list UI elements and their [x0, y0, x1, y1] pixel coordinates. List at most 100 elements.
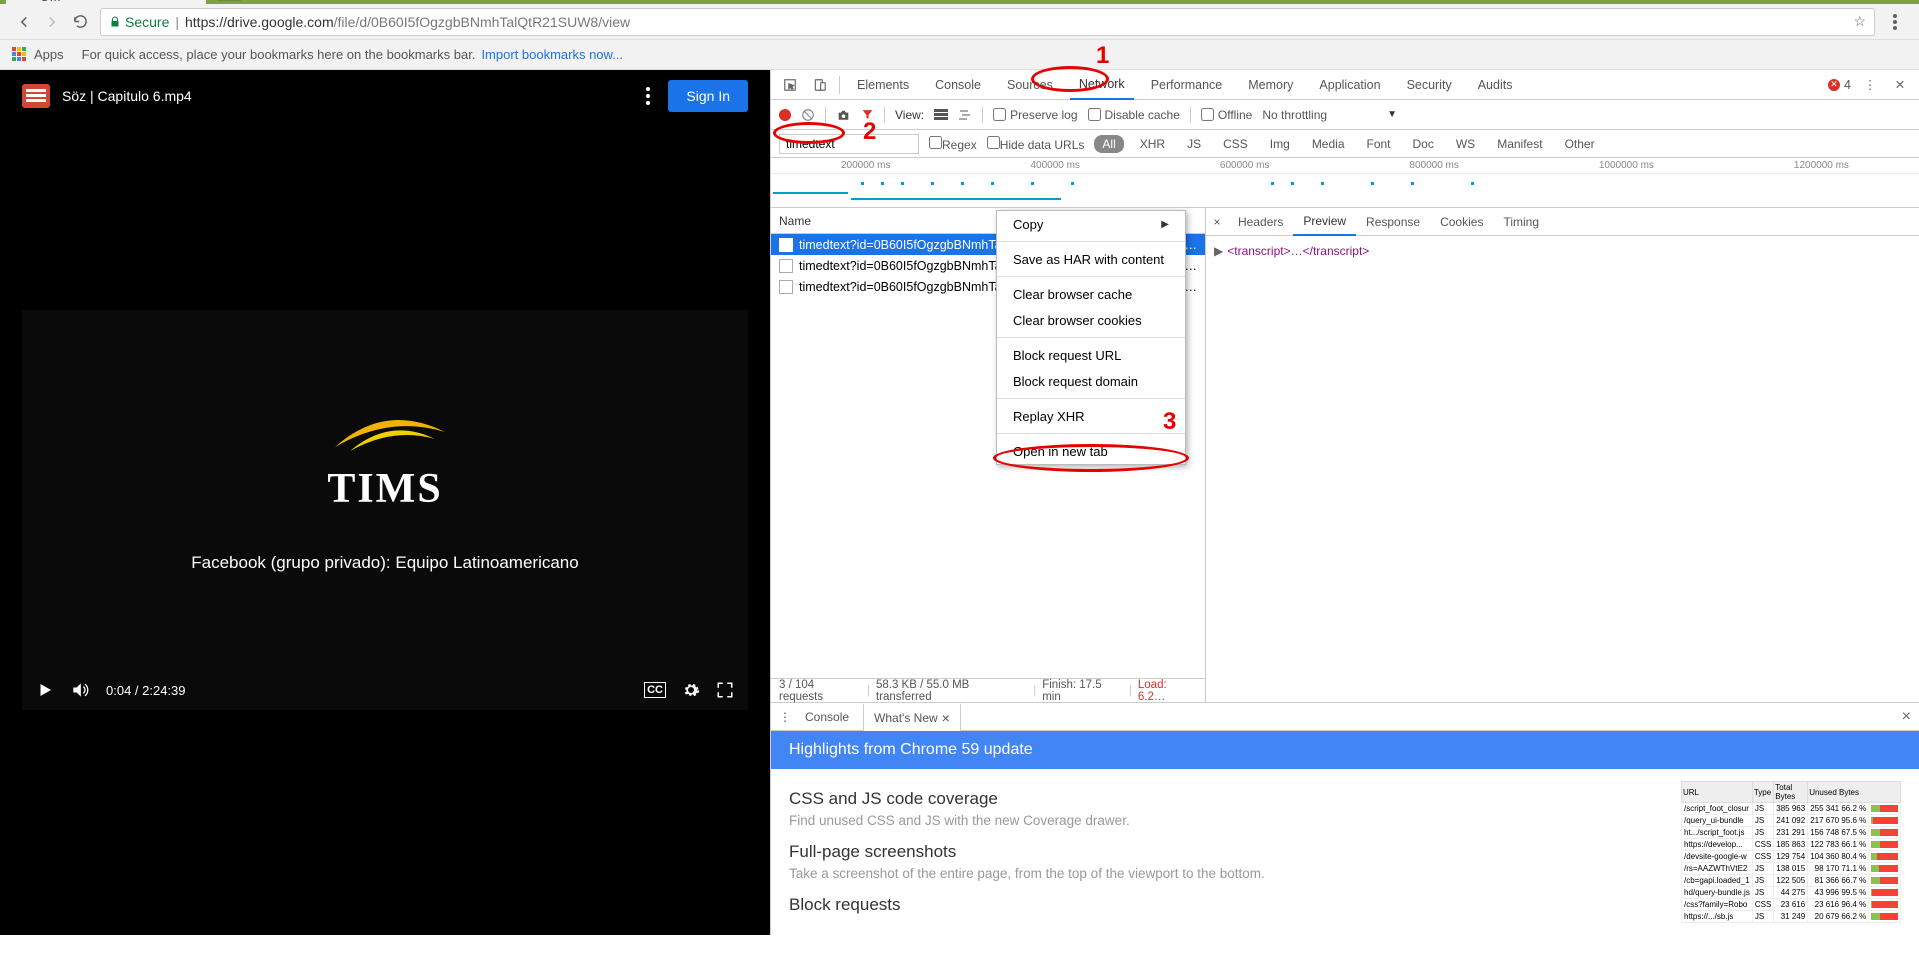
capture-screenshots-icon[interactable] [836, 109, 851, 121]
ctx-block-url[interactable]: Block request URL [997, 342, 1185, 368]
disable-cache-checkbox[interactable]: Disable cache [1088, 108, 1180, 122]
tab-sources[interactable]: Sources [998, 70, 1062, 100]
bookmarks-hint: For quick access, place your bookmarks h… [82, 47, 476, 62]
filter-input[interactable] [779, 134, 919, 154]
devtools-close-icon[interactable]: ✕ [1889, 77, 1911, 92]
tab-audits[interactable]: Audits [1469, 70, 1522, 100]
ctx-replay-xhr[interactable]: Replay XHR [997, 403, 1185, 429]
new-tab-button[interactable] [211, 0, 242, 1]
browser-tab[interactable]: Söz | Capitulo 6.mp4 - G… × [6, 0, 206, 4]
tab-network[interactable]: Network [1070, 70, 1134, 100]
tab-performance[interactable]: Performance [1142, 70, 1232, 100]
preserve-log-checkbox[interactable]: Preserve log [993, 108, 1077, 122]
back-button[interactable] [10, 8, 38, 36]
regex-checkbox[interactable]: Regex [929, 136, 977, 152]
drive-filename: Söz | Capitulo 6.mp4 [62, 88, 192, 104]
drawer-tab-whatsnew[interactable]: What's New× [863, 703, 961, 731]
reload-button[interactable] [66, 8, 94, 36]
hide-data-urls-checkbox[interactable]: Hide data URLs [987, 136, 1085, 152]
preview-content[interactable]: ▶<transcript>…</transcript> [1206, 236, 1919, 267]
volume-button[interactable] [70, 680, 90, 700]
throttling-dropdown-arrow[interactable]: ▼ [1387, 109, 1397, 120]
forward-button[interactable] [38, 8, 66, 36]
tab-elements[interactable]: Elements [848, 70, 918, 100]
drawer-content: CSS and JS code coverage Find unused CSS… [789, 781, 1661, 923]
subtab-response[interactable]: Response [1356, 208, 1430, 236]
cc-button[interactable]: CC [644, 682, 666, 698]
minimize-button[interactable]: ─ [1882, 0, 1893, 3]
filter-type-media[interactable]: Media [1306, 135, 1351, 153]
fullscreen-button[interactable] [716, 681, 734, 699]
video-frame-content: TIMS Facebook (grupo privado): Equipo La… [191, 407, 578, 573]
file-icon [779, 280, 793, 294]
bookmarks-bar: Apps For quick access, place your bookma… [0, 40, 1919, 70]
ctx-copy[interactable]: Copy▶ [997, 211, 1185, 237]
tab-application[interactable]: Application [1310, 70, 1389, 100]
filter-type-js[interactable]: JS [1181, 135, 1207, 153]
chrome-menu-button[interactable] [1881, 8, 1909, 36]
drawer-item-desc: Take a screenshot of the entire page, fr… [789, 866, 1661, 881]
drawer-tab-console[interactable]: Console [795, 703, 859, 731]
subtab-headers[interactable]: Headers [1228, 208, 1293, 236]
clear-button[interactable] [801, 108, 815, 122]
ctx-clear-cookies[interactable]: Clear browser cookies [997, 307, 1185, 333]
video-controls: 0:04 / 2:24:39 CC [22, 670, 748, 710]
offline-checkbox[interactable]: Offline [1201, 108, 1252, 122]
view-waterfall-icon[interactable] [958, 109, 972, 121]
filter-type-img[interactable]: Img [1264, 135, 1296, 153]
network-timeline[interactable]: 200000 ms 400000 ms 600000 ms 800000 ms … [771, 158, 1919, 208]
file-icon [779, 238, 793, 252]
context-menu: Copy▶ Save as HAR with content Clear bro… [996, 210, 1186, 465]
inspect-element-icon[interactable] [779, 78, 801, 92]
settings-gear-icon[interactable] [682, 681, 700, 699]
filter-type-font[interactable]: Font [1361, 135, 1397, 153]
annotation-number-3: 3 [1163, 408, 1176, 436]
drive-more-button[interactable] [646, 87, 650, 105]
subtab-cookies[interactable]: Cookies [1430, 208, 1493, 236]
omnibox[interactable]: Secure | https://drive.google.com/file/d… [100, 8, 1875, 36]
filter-type-doc[interactable]: Doc [1407, 135, 1440, 153]
tab-console[interactable]: Console [926, 70, 990, 100]
filter-type-ws[interactable]: WS [1450, 135, 1481, 153]
ctx-save-har[interactable]: Save as HAR with content [997, 246, 1185, 272]
tab-memory[interactable]: Memory [1239, 70, 1302, 100]
filter-type-css[interactable]: CSS [1217, 135, 1254, 153]
close-window-button[interactable]: ✕ [1906, 0, 1919, 4]
tab-security[interactable]: Security [1398, 70, 1461, 100]
bookmark-star-icon[interactable]: ☆ [1853, 13, 1866, 30]
drawer-item-title: Full-page screenshots [789, 842, 1661, 862]
filter-type-manifest[interactable]: Manifest [1491, 135, 1548, 153]
filter-type-xhr[interactable]: XHR [1134, 135, 1171, 153]
close-tab-icon[interactable]: × [942, 710, 950, 726]
subtab-timing[interactable]: Timing [1493, 208, 1549, 236]
error-count[interactable]: ✕4 [1828, 78, 1851, 92]
close-detail-icon[interactable]: × [1206, 215, 1228, 229]
secure-indicator: Secure [109, 14, 169, 30]
annotation-number-2: 2 [863, 118, 876, 146]
drawer-menu-icon[interactable]: ⋮ [779, 710, 791, 724]
ctx-clear-cache[interactable]: Clear browser cache [997, 281, 1185, 307]
throttling-select[interactable]: No throttling [1262, 108, 1327, 122]
ctx-open-new-tab[interactable]: Open in new tab [997, 438, 1185, 464]
apps-label[interactable]: Apps [34, 47, 64, 62]
drawer-headline: Highlights from Chrome 59 update [771, 731, 1919, 769]
tims-logo-swoosh [315, 407, 455, 457]
filter-type-other[interactable]: Other [1559, 135, 1601, 153]
signin-button[interactable]: Sign In [668, 80, 748, 112]
filter-type-all[interactable]: All [1094, 135, 1123, 153]
apps-icon[interactable] [12, 47, 28, 63]
drawer-item-desc: Find unused CSS and JS with the new Cove… [789, 813, 1661, 828]
import-bookmarks-link[interactable]: Import bookmarks now... [481, 47, 623, 62]
ctx-block-domain[interactable]: Block request domain [997, 368, 1185, 394]
coverage-thumbnail: URL Type Total Bytes Unused Bytes /scrip… [1681, 781, 1901, 923]
record-button[interactable] [779, 109, 791, 121]
subtab-preview[interactable]: Preview [1293, 208, 1356, 236]
drawer-item-title: CSS and JS code coverage [789, 789, 1661, 809]
play-button[interactable] [36, 681, 54, 699]
devtools-menu-icon[interactable]: ⋮ [1859, 77, 1881, 92]
video-player[interactable]: TIMS Facebook (grupo privado): Equipo La… [22, 310, 748, 710]
device-toggle-icon[interactable] [809, 78, 831, 92]
view-large-icon[interactable] [934, 109, 948, 121]
drawer-item-title: Block requests [789, 895, 1661, 915]
close-drawer-icon[interactable]: × [1902, 708, 1911, 726]
